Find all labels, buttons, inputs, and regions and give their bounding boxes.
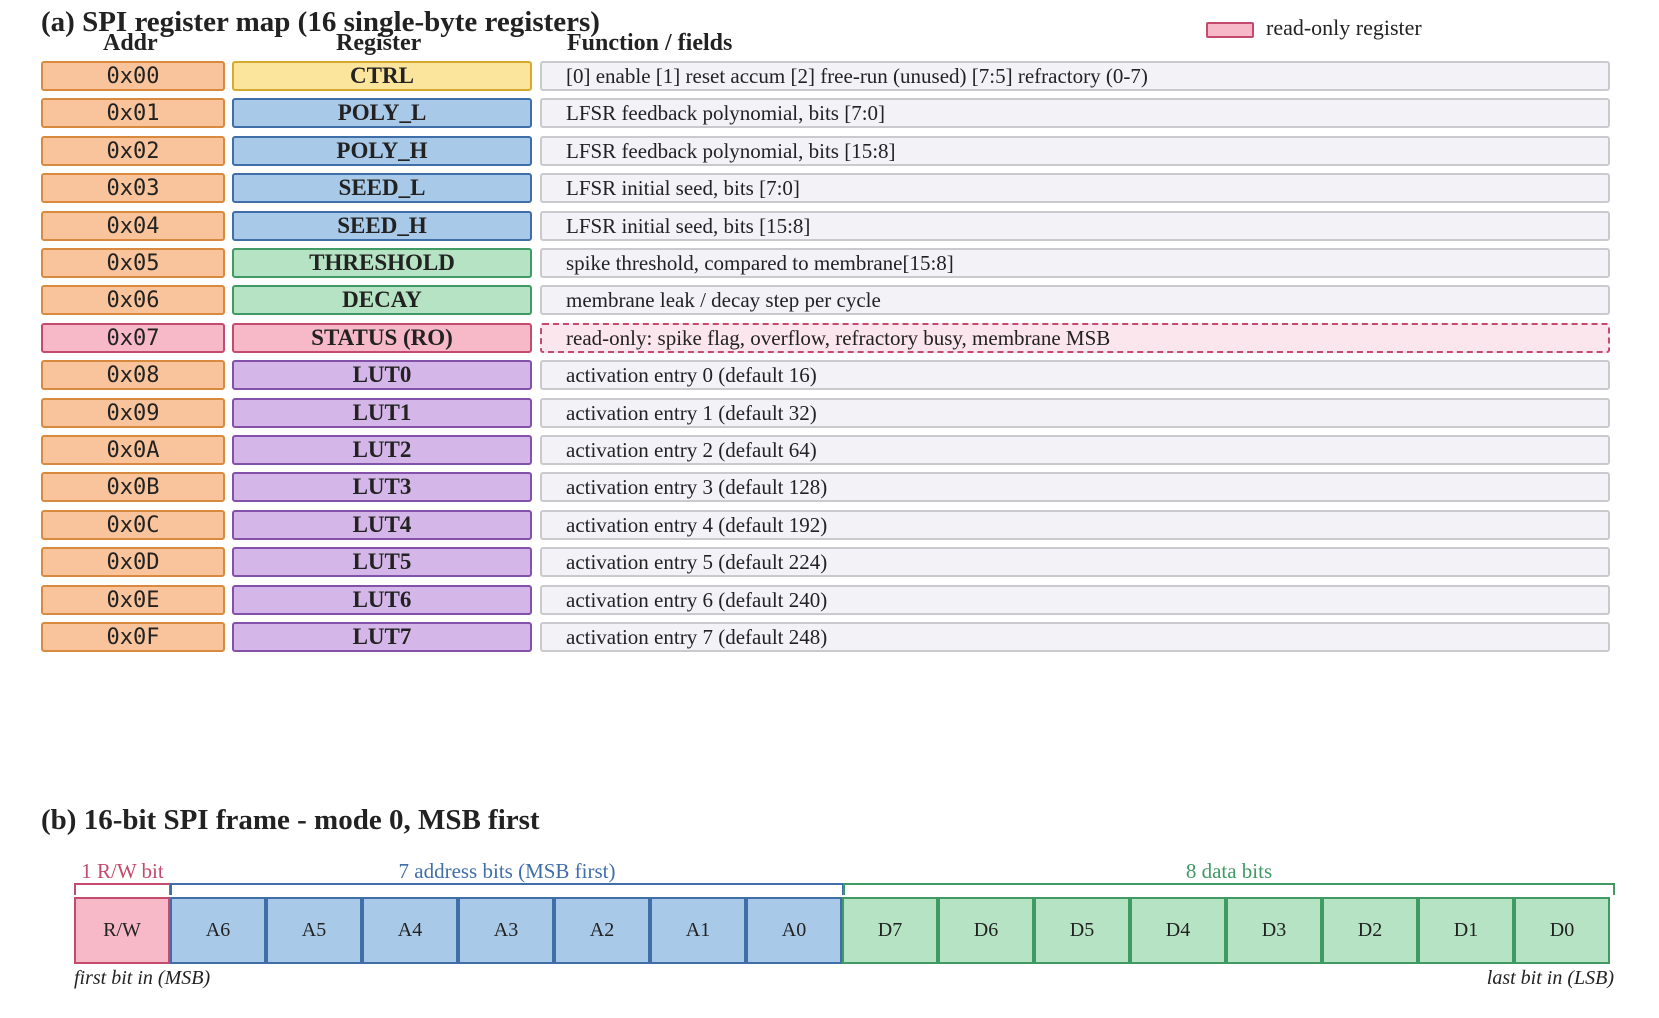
register-name: SEED_L xyxy=(232,173,532,203)
register-address: 0x0D xyxy=(41,547,225,577)
register-description: activation entry 6 (default 240) xyxy=(540,585,1610,615)
legend-readonly-label: read-only register xyxy=(1266,15,1422,40)
frame-bit-d1: D1 xyxy=(1418,897,1514,964)
rw-field-label: 1 R/W bit xyxy=(81,859,164,883)
register-description: activation entry 5 (default 224) xyxy=(540,547,1610,577)
frame-bit-a5: A5 xyxy=(266,897,362,964)
frame-bit-a1: A1 xyxy=(650,897,746,964)
register-address: 0x08 xyxy=(41,360,225,390)
data-field-brace xyxy=(843,883,1615,895)
register-description: activation entry 7 (default 248) xyxy=(540,622,1610,652)
register-name: LUT2 xyxy=(232,435,532,465)
frame-bit-d3: D3 xyxy=(1226,897,1322,964)
register-name: LUT1 xyxy=(232,398,532,428)
register-name: LUT4 xyxy=(232,510,532,540)
register-description: activation entry 1 (default 32) xyxy=(540,398,1610,428)
register-description: [0] enable [1] reset accum [2] free-run … xyxy=(540,61,1610,91)
register-name: CTRL xyxy=(232,61,532,91)
register-name: POLY_H xyxy=(232,136,532,166)
frame-bit-a0: A0 xyxy=(746,897,842,964)
register-description: LFSR feedback polynomial, bits [15:8] xyxy=(540,136,1610,166)
register-address: 0x0C xyxy=(41,510,225,540)
rw-field-brace xyxy=(74,883,171,895)
register-name: STATUS (RO) xyxy=(232,323,532,353)
register-description: activation entry 3 (default 128) xyxy=(540,472,1610,502)
register-description: membrane leak / decay step per cycle xyxy=(540,285,1610,315)
first-bit-note: first bit in (MSB) xyxy=(74,967,211,989)
register-address: 0x0E xyxy=(41,585,225,615)
register-address: 0x09 xyxy=(41,398,225,428)
frame-bit-d5: D5 xyxy=(1034,897,1130,964)
frame-bit-a6: A6 xyxy=(170,897,266,964)
register-name: LUT5 xyxy=(232,547,532,577)
register-name: LUT3 xyxy=(232,472,532,502)
register-name: LUT0 xyxy=(232,360,532,390)
register-name: LUT6 xyxy=(232,585,532,615)
register-address: 0x03 xyxy=(41,173,225,203)
column-header-register: Register xyxy=(336,30,422,56)
data-field-label: 8 data bits xyxy=(1185,859,1273,883)
register-description: activation entry 2 (default 64) xyxy=(540,435,1610,465)
column-header-addr: Addr xyxy=(103,30,158,56)
register-address: 0x05 xyxy=(41,248,225,278)
register-description: LFSR initial seed, bits [7:0] xyxy=(540,173,1610,203)
register-address: 0x0A xyxy=(41,435,225,465)
register-name: LUT7 xyxy=(232,622,532,652)
section-b-title: (b) 16-bit SPI frame - mode 0, MSB first xyxy=(41,804,540,836)
register-address: 0x04 xyxy=(41,211,225,241)
address-field-brace xyxy=(170,883,844,895)
register-description: activation entry 0 (default 16) xyxy=(540,360,1610,390)
register-address: 0x0F xyxy=(41,622,225,652)
frame-bit-a3: A3 xyxy=(458,897,554,964)
frame-bit-a2: A2 xyxy=(554,897,650,964)
frame-bit-a4: A4 xyxy=(362,897,458,964)
register-description: LFSR feedback polynomial, bits [7:0] xyxy=(540,98,1610,128)
legend-readonly-swatch xyxy=(1206,22,1254,38)
register-address: 0x07 xyxy=(41,323,225,353)
frame-bit-d2: D2 xyxy=(1322,897,1418,964)
register-name: SEED_H xyxy=(232,211,532,241)
register-description: LFSR initial seed, bits [15:8] xyxy=(540,211,1610,241)
register-address: 0x01 xyxy=(41,98,225,128)
register-description: activation entry 4 (default 192) xyxy=(540,510,1610,540)
register-name: POLY_L xyxy=(232,98,532,128)
register-address: 0x02 xyxy=(41,136,225,166)
last-bit-note: last bit in (LSB) xyxy=(1486,967,1614,989)
column-header-function: Function / fields xyxy=(567,30,733,56)
register-name: DECAY xyxy=(232,285,532,315)
frame-bit-d7: D7 xyxy=(842,897,938,964)
register-description: read-only: spike flag, overflow, refract… xyxy=(540,323,1610,353)
address-field-label: 7 address bits (MSB first) xyxy=(398,859,616,883)
register-description: spike threshold, compared to membrane[15… xyxy=(540,248,1610,278)
frame-bit-rw: R/W xyxy=(74,897,170,964)
frame-bit-d0: D0 xyxy=(1514,897,1610,964)
register-address: 0x06 xyxy=(41,285,225,315)
register-address: 0x0B xyxy=(41,472,225,502)
frame-bit-d4: D4 xyxy=(1130,897,1226,964)
register-name: THRESHOLD xyxy=(232,248,532,278)
register-address: 0x00 xyxy=(41,61,225,91)
frame-bit-d6: D6 xyxy=(938,897,1034,964)
